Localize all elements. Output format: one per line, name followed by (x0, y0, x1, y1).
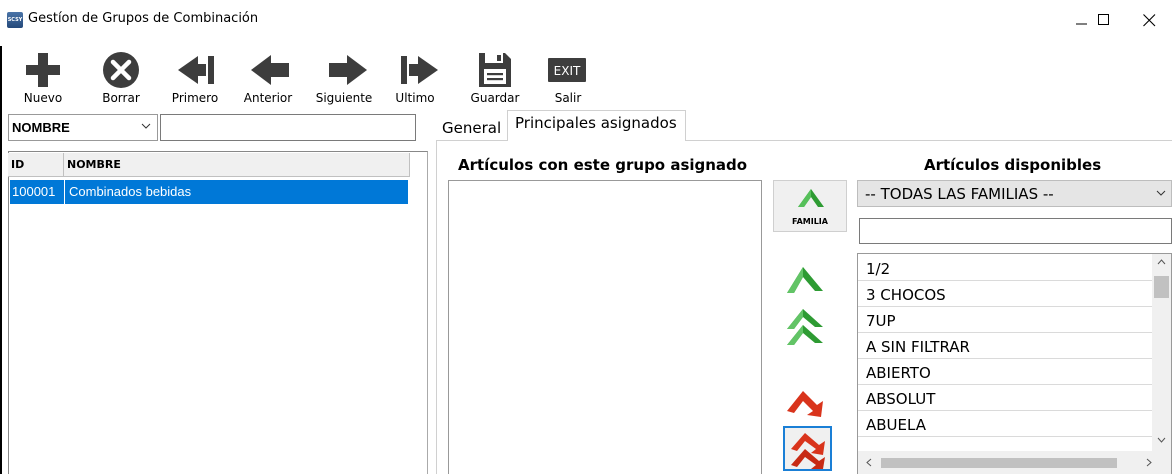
row-id: 100001 (12, 184, 56, 199)
available-title: Artículos disponibles (924, 156, 1102, 174)
tab-general[interactable]: General (437, 114, 505, 140)
cell-divider (64, 180, 65, 204)
red-double-arrow-icon (791, 433, 825, 469)
family-select[interactable]: -- TODAS LAS FAMILIAS -- (857, 180, 1172, 207)
nuevo-label: Nuevo (23, 91, 63, 105)
nuevo-button[interactable] (18, 50, 68, 90)
guardar-label: Guardar (470, 91, 520, 105)
borrar-label: Borrar (102, 91, 140, 105)
list-item[interactable]: ABIERTO (858, 359, 1152, 385)
list-item[interactable]: 3 CHOCOS (858, 281, 1152, 307)
vertical-scroll-thumb[interactable] (1154, 276, 1169, 298)
grid-header: ID NOMBRE (8, 153, 410, 177)
list-item[interactable]: 7UP (858, 307, 1152, 333)
scroll-up-icon[interactable] (1157, 259, 1166, 265)
search-field-value: NOMBRE (12, 120, 70, 135)
scroll-right-icon[interactable] (1146, 458, 1152, 467)
plus-icon (26, 53, 60, 87)
remove-all-button[interactable] (783, 426, 832, 471)
table-row[interactable]: 100001 Combinados bebidas (10, 180, 408, 204)
exit-sign-icon: EXIT (548, 58, 586, 82)
search-input[interactable] (160, 114, 416, 141)
tab-principales-asignados[interactable]: Principales asignados (507, 110, 686, 141)
scroll-down-icon[interactable] (1157, 437, 1166, 443)
anterior-label: Anterior (243, 91, 293, 105)
assign-one-button[interactable] (780, 257, 830, 301)
next-arrow-icon (329, 55, 367, 85)
green-up-arrow-icon (798, 189, 824, 207)
last-record-icon (401, 56, 438, 84)
delete-circle-icon (103, 52, 139, 88)
family-select-value: -- TODAS LAS FAMILIAS -- (865, 185, 1054, 203)
ultimo-button[interactable] (395, 50, 445, 90)
familia-label: FAMILIA (792, 217, 828, 226)
anterior-button[interactable] (246, 50, 296, 90)
chevron-down-icon (141, 123, 151, 129)
green-double-arrow-icon (787, 309, 823, 345)
guardar-button[interactable] (470, 50, 520, 90)
window-title: Gestíon de Grupos de Combinación (28, 11, 259, 26)
green-arrow-icon (787, 267, 823, 293)
salir-button[interactable]: EXIT (542, 50, 592, 90)
available-filter-input[interactable] (859, 218, 1172, 244)
red-arrow-icon (787, 391, 823, 417)
assigned-title: Artículos con este grupo asignado (458, 156, 748, 174)
list-item[interactable]: A SIN FILTRAR (858, 333, 1152, 359)
app-icon: SCSY (7, 12, 23, 28)
ultimo-label: Ultimo (395, 91, 435, 105)
column-header-id[interactable]: ID (8, 153, 64, 177)
maximize-button[interactable] (1081, 0, 1127, 40)
available-list[interactable]: 1/2 3 CHOCOS 7UP A SIN FILTRAR ABIERTO A… (857, 253, 1172, 474)
window-left-edge (0, 0, 2, 474)
title-bar: SCSY Gestíon de Grupos de Combinación (0, 0, 1172, 46)
close-button[interactable] (1126, 0, 1172, 40)
svg-text:EXIT: EXIT (554, 64, 581, 78)
first-record-icon (178, 56, 214, 84)
chevron-down-icon (1156, 190, 1166, 196)
maximize-icon (1098, 14, 1109, 25)
siguiente-button[interactable] (322, 50, 372, 90)
previous-arrow-icon (251, 55, 289, 85)
list-item[interactable]: ABSOLUT (858, 385, 1152, 411)
list-item[interactable]: 1/2 (858, 255, 1152, 281)
list-item[interactable]: ABUELA (858, 411, 1152, 437)
assign-all-button[interactable] (780, 305, 830, 349)
assigned-list[interactable] (448, 180, 762, 474)
primero-label: Primero (171, 91, 219, 105)
scroll-left-icon[interactable] (866, 458, 872, 467)
salir-label: Salir (554, 91, 582, 105)
search-field-combo[interactable]: NOMBRE (8, 114, 158, 141)
siguiente-label: Siguiente (315, 91, 373, 105)
column-header-nombre[interactable]: NOMBRE (64, 153, 410, 177)
remove-one-button[interactable] (780, 381, 830, 425)
primero-button[interactable] (171, 50, 221, 90)
row-nombre: Combinados bebidas (69, 184, 192, 199)
borrar-button[interactable] (96, 50, 146, 90)
save-disk-icon (479, 53, 511, 87)
horizontal-scroll-thumb[interactable] (881, 458, 1117, 468)
close-icon (1142, 13, 1155, 26)
